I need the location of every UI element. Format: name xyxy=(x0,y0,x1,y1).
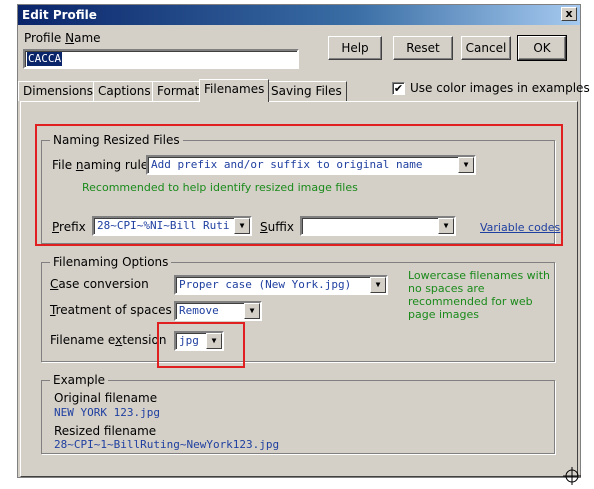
case-conversion-label: Case conversion xyxy=(50,277,149,291)
treatment-spaces-label: Treatment of spaces xyxy=(50,303,172,317)
filenaming-options-group: Filenaming Options Case conversion Prope… xyxy=(41,255,555,362)
help-button[interactable]: Help xyxy=(328,36,382,60)
crosshair-icon xyxy=(563,467,581,485)
resized-filename-label: Resized filename xyxy=(54,424,157,438)
original-filename-value: NEW YORK 123.jpg xyxy=(54,406,160,419)
original-filename-label: Original filename xyxy=(54,391,158,405)
filenames-panel: Naming Resized Files File naming rule Ad… xyxy=(20,101,578,477)
profile-name-input[interactable]: CACCA xyxy=(23,49,299,69)
highlight-naming-box xyxy=(35,124,563,246)
ok-button[interactable]: OK xyxy=(517,35,567,61)
example-group-title: Example xyxy=(50,373,109,387)
tab-captions[interactable]: Captions xyxy=(93,81,156,101)
filenaming-hint: Lowercase filenames with no spaces are r… xyxy=(408,269,551,321)
checkmark-icon: ✔ xyxy=(393,82,404,95)
close-button[interactable]: x xyxy=(561,7,577,21)
resized-filename-value: 28~CPI~1~BillRuting~NewYork123.jpg xyxy=(54,438,280,451)
treatment-spaces-value: Remove xyxy=(179,304,219,317)
example-group: Example Original filename NEW YORK 123.j… xyxy=(41,373,555,454)
cancel-button[interactable]: Cancel xyxy=(461,36,511,60)
window-title: Edit Profile xyxy=(22,8,97,22)
tab-dimensions[interactable]: Dimensions xyxy=(18,81,99,101)
tab-filenames[interactable]: Filenames xyxy=(199,79,270,102)
tab-saving-files[interactable]: Saving Files xyxy=(266,81,347,101)
edit-profile-dialog: Edit Profile x Profile Name CACCA Help R… xyxy=(17,4,590,478)
title-bar: Edit Profile x xyxy=(18,5,580,25)
highlight-extension-box xyxy=(157,322,245,368)
case-conversion-value: Proper case (New York.jpg) xyxy=(179,278,352,291)
reset-button[interactable]: Reset xyxy=(393,36,453,60)
chevron-down-icon[interactable]: ▼ xyxy=(244,303,260,319)
filenaming-group-title: Filenaming Options xyxy=(50,255,172,269)
chevron-down-icon[interactable]: ▼ xyxy=(370,277,386,293)
tab-format[interactable]: Format xyxy=(152,81,205,101)
profile-name-value: CACCA xyxy=(27,52,63,66)
treatment-spaces-select[interactable]: Remove ▼ xyxy=(174,301,262,321)
use-color-checkbox[interactable]: ✔ xyxy=(392,82,405,95)
use-color-label: Use color images in examples xyxy=(410,81,590,95)
filename-extension-label: Filename extension xyxy=(50,333,167,347)
profile-name-label: Profile Name xyxy=(24,31,101,45)
case-conversion-select[interactable]: Proper case (New York.jpg) ▼ xyxy=(174,275,388,295)
